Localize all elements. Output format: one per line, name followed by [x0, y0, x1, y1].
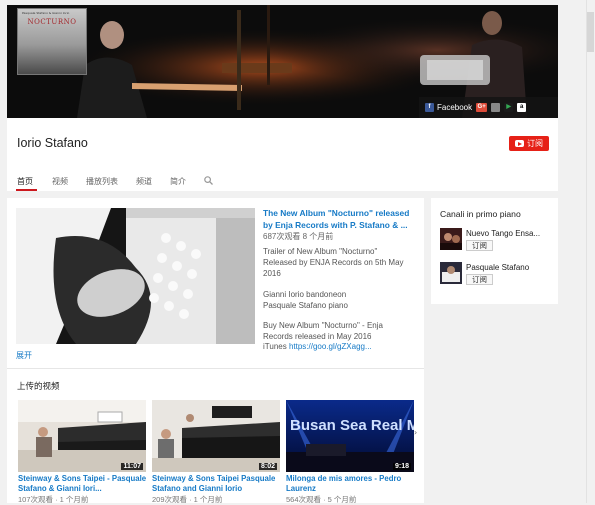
google-plus-icon[interactable]: G+: [476, 103, 488, 112]
channel-avatar[interactable]: [440, 262, 462, 284]
featured-desc-1: Trailer of New Album "Nocturno": [263, 247, 378, 256]
album-artists: Pasquale Stafano & Gianni Iorio: [22, 11, 70, 15]
amazon-icon[interactable]: a: [517, 103, 527, 112]
album-title: NOCTURNO: [27, 18, 77, 26]
page-scrollbar[interactable]: [586, 0, 595, 503]
channel-name[interactable]: Iorio Stafano: [17, 136, 88, 150]
video-meta: 209次观看 · 1 个月前: [152, 495, 223, 504]
album-cover: Pasquale Stafano & Gianni Iorio NOCTURNO: [17, 8, 87, 75]
video-thumbnail[interactable]: 11:07: [18, 400, 146, 472]
facebook-icon: f: [425, 103, 434, 112]
youtube-play-icon: [515, 140, 524, 147]
tab-playlists[interactable]: 播放列表: [86, 176, 118, 187]
tab-about[interactable]: 简介: [170, 176, 186, 187]
video-meta: 564次观看 · 5 个月前: [286, 495, 357, 504]
tab-channels[interactable]: 频道: [136, 176, 152, 187]
featured-channels-title: Canali in primo piano: [440, 209, 521, 219]
featured-desc-6: Pasquale Stafano piano: [263, 301, 348, 310]
google-play-icon[interactable]: ▶: [504, 103, 514, 112]
featured-channel-subscribe-button[interactable]: 订阅: [466, 240, 493, 251]
video-duration: 11:07: [121, 463, 143, 470]
featured-desc-5: Gianni Iorio bandoneon: [263, 290, 347, 299]
featured-video-thumbnail[interactable]: [16, 208, 255, 344]
video-thumbnail[interactable]: Busan Sea Real Musi 9:18: [286, 400, 414, 472]
featured-channel-name[interactable]: Pasquale Stafano: [466, 263, 529, 272]
expand-link[interactable]: 展开: [16, 350, 32, 361]
featured-desc-2: Released by ENJA Records on 5th May: [263, 258, 404, 267]
chevron-right-icon[interactable]: ›: [414, 428, 417, 437]
facebook-label: Facebook: [437, 103, 473, 112]
video-duration: 8:02: [258, 463, 277, 470]
subscribe-button[interactable]: 订阅: [509, 136, 549, 151]
facebook-link[interactable]: f Facebook: [425, 103, 472, 112]
uploads-section-title[interactable]: 上传的视频: [17, 380, 60, 392]
social-links: f Facebook G+ ▶ a: [419, 97, 558, 118]
subscribe-label: 订阅: [527, 139, 543, 148]
video-title[interactable]: Steinway & Sons Taipei - Pasquale Stafan…: [18, 474, 148, 494]
featured-video-meta: 687次观看 8 个月前: [263, 232, 334, 241]
featured-channel-subscribe-button[interactable]: 订阅: [466, 274, 493, 285]
video-thumbnail-text: Busan Sea Real Musi: [290, 417, 414, 434]
scrollbar-thumb[interactable]: [587, 12, 594, 52]
featured-desc-8: Buy New Album "Nocturno" - Enja: [263, 321, 383, 330]
tab-home[interactable]: 首页: [17, 176, 33, 187]
video-title[interactable]: Milonga de mis amores - Pedro Laurenz: [286, 474, 416, 494]
search-icon[interactable]: [204, 176, 213, 185]
apple-icon[interactable]: [491, 103, 501, 112]
tab-videos[interactable]: 视频: [52, 176, 68, 187]
video-title[interactable]: Steinway & Sons Taipei Pasquale Stafano …: [152, 474, 282, 494]
featured-desc-10: iTunes https://goo.gl/gZXagg...: [263, 342, 372, 351]
channel-avatar[interactable]: [440, 228, 462, 250]
featured-desc-9: Records released in May 2016: [263, 332, 372, 341]
video-thumbnail[interactable]: 8:02: [152, 400, 280, 472]
channel-banner: Pasquale Stafano & Gianni Iorio NOCTURNO…: [7, 5, 558, 118]
video-duration: 9:18: [392, 463, 411, 470]
section-divider: [7, 368, 424, 369]
active-tab-indicator: [16, 189, 37, 191]
featured-desc-3: 2016: [263, 269, 281, 278]
video-meta: 107次观看 · 1 个月前: [18, 495, 89, 504]
featured-video-title[interactable]: The New Album "Nocturno" released by Enj…: [263, 208, 421, 231]
featured-desc-link[interactable]: https://goo.gl/gZXagg...: [289, 342, 372, 351]
featured-channel-name[interactable]: Nuevo Tango Ensa...: [466, 229, 540, 238]
